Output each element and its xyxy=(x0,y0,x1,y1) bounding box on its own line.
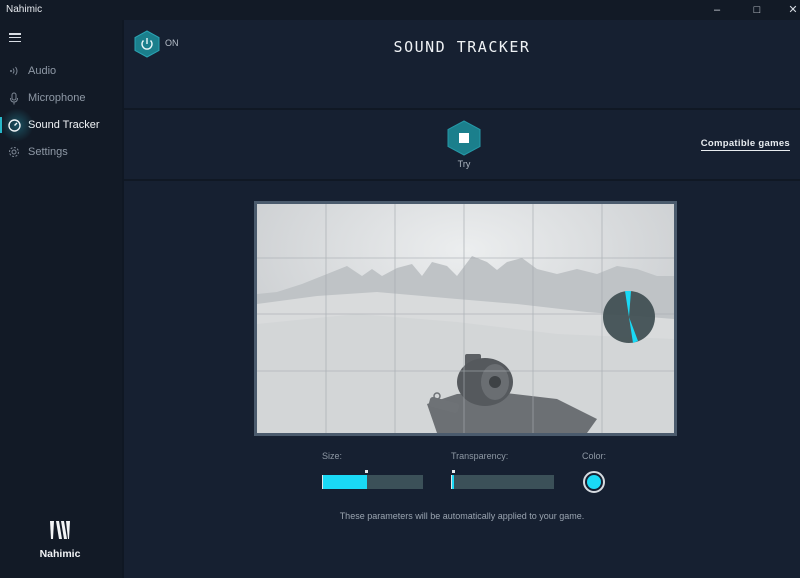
sidebar-item-label: Settings xyxy=(28,146,68,158)
title-bar: Nahimic – □ ✕ xyxy=(0,0,800,20)
main-panel: ON SOUND TRACKER Try Compatible games Si… xyxy=(122,20,800,578)
transparency-slider[interactable] xyxy=(451,470,554,489)
transparency-slider-thumb[interactable] xyxy=(452,470,455,473)
close-button[interactable]: ✕ xyxy=(776,0,800,20)
radar-icon xyxy=(0,118,28,132)
divider xyxy=(124,108,800,110)
gear-icon xyxy=(0,146,28,158)
sound-radar xyxy=(603,291,655,343)
close-icon: ✕ xyxy=(788,4,798,16)
header: ON SOUND TRACKER xyxy=(124,20,800,108)
minimize-button[interactable]: – xyxy=(700,0,734,20)
slider-edge xyxy=(451,475,452,489)
color-label: Color: xyxy=(582,451,607,461)
slider-edge xyxy=(322,475,323,489)
maximize-icon: □ xyxy=(753,4,761,16)
try-label: Try xyxy=(457,159,471,169)
game-preview xyxy=(257,204,674,433)
size-slider[interactable] xyxy=(322,470,423,489)
preview-frame xyxy=(254,201,677,436)
logo-text: Nahimic xyxy=(39,548,81,560)
minimize-icon: – xyxy=(713,4,721,16)
sidebar-item-label: Microphone xyxy=(28,92,86,104)
app-title: Nahimic xyxy=(6,4,43,15)
maximize-button[interactable]: □ xyxy=(740,0,774,20)
game-scene xyxy=(257,204,674,433)
sidebar-item-label: Audio xyxy=(28,65,57,77)
sidebar-item-sound-tracker[interactable]: Sound Tracker xyxy=(0,106,122,144)
transparency-label: Transparency: xyxy=(451,451,509,461)
page-title: SOUND TRACKER xyxy=(393,38,531,56)
size-slider-thumb[interactable] xyxy=(365,470,368,473)
microphone-icon xyxy=(0,92,28,105)
stop-icon xyxy=(459,133,469,143)
sidebar-item-label: Sound Tracker xyxy=(28,119,100,131)
try-button[interactable] xyxy=(447,120,481,156)
color-picker-button[interactable] xyxy=(583,471,605,493)
color-swatch-dot xyxy=(587,475,601,489)
compatible-games-link[interactable]: Compatible games xyxy=(700,138,790,151)
divider xyxy=(124,179,800,181)
hamburger-menu-button[interactable] xyxy=(9,33,21,43)
audio-waves-icon xyxy=(0,65,28,77)
nahimic-logo-icon xyxy=(50,521,70,539)
size-label: Size: xyxy=(322,451,343,461)
sidebar-item-audio[interactable]: Audio xyxy=(0,58,122,84)
sidebar: Audio Microphone Sound Tracker Settings … xyxy=(0,20,122,578)
sidebar-item-settings[interactable]: Settings xyxy=(0,139,122,165)
footnote: These parameters will be automatically a… xyxy=(339,511,585,521)
nahimic-logo: Nahimic xyxy=(30,520,90,560)
size-slider-fill xyxy=(322,475,367,489)
